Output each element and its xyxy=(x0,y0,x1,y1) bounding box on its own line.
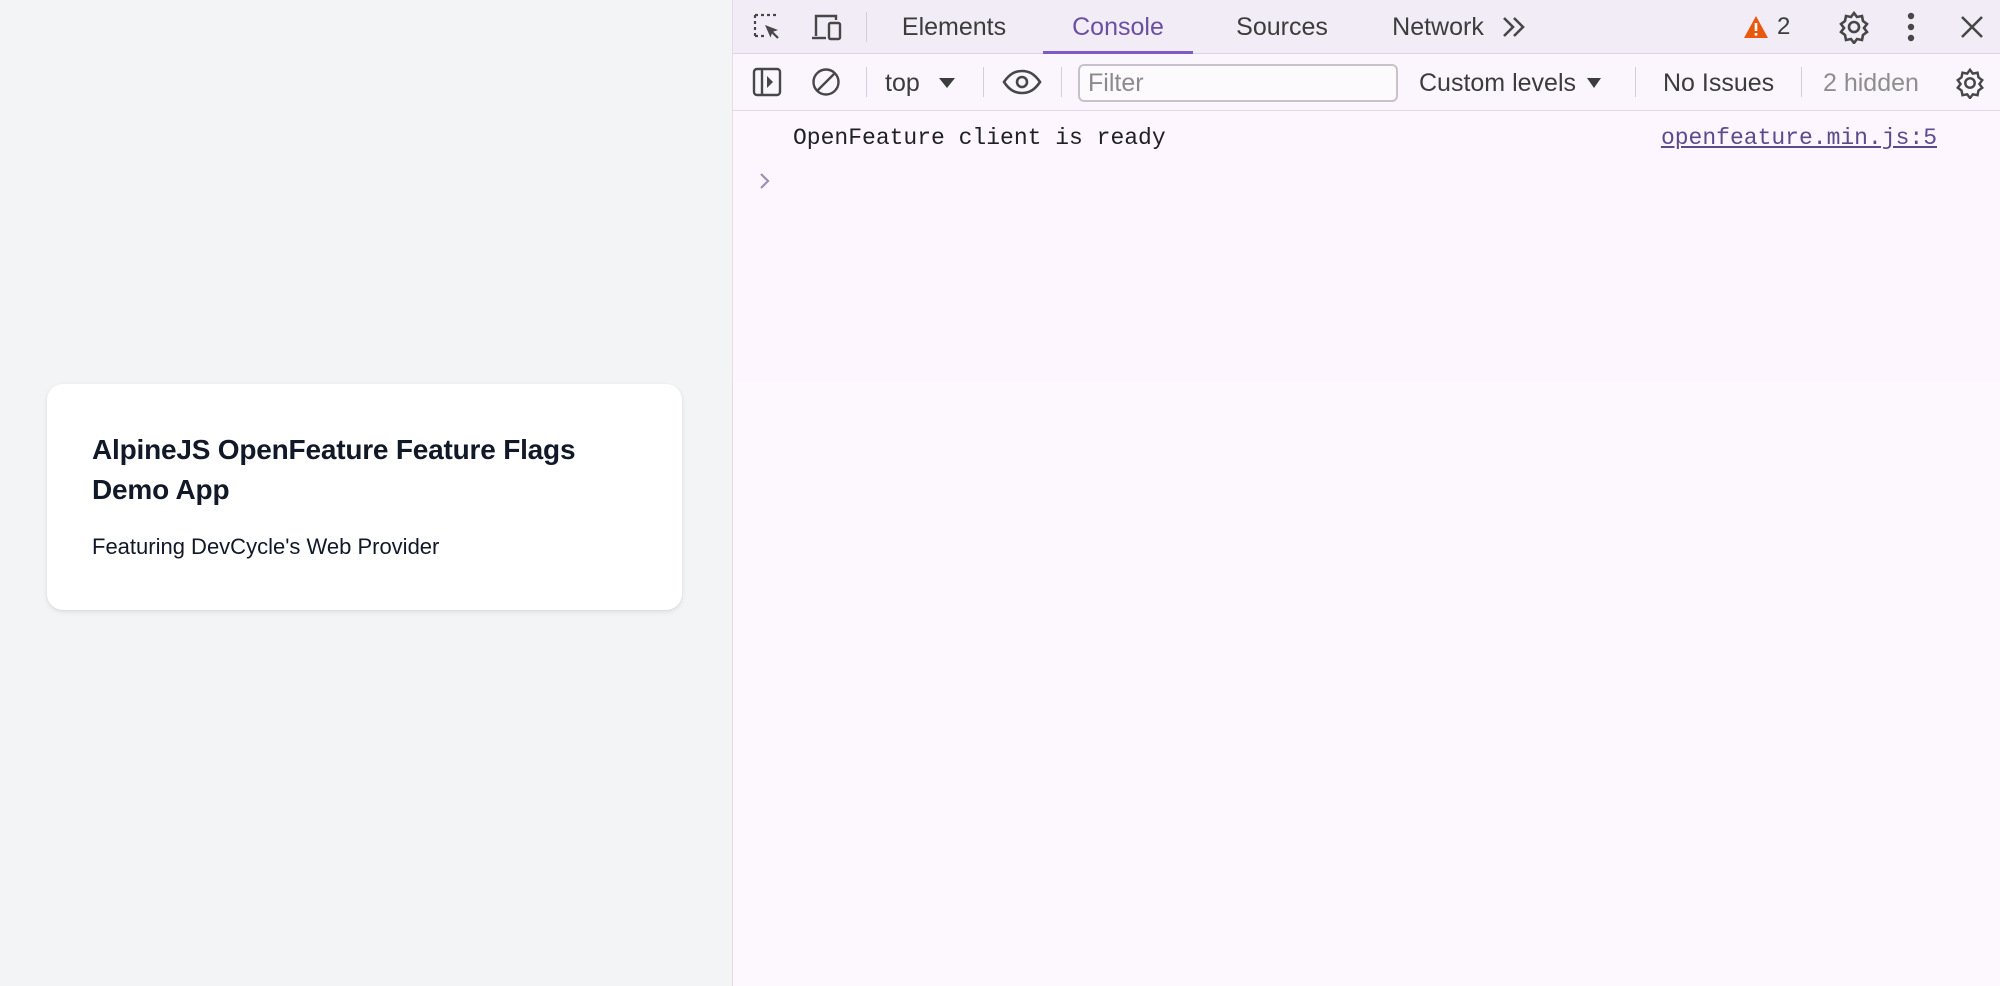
console-empty-area[interactable] xyxy=(733,381,2000,986)
card-title: AlpineJS OpenFeature Feature Flags Demo … xyxy=(92,434,576,505)
tab-console[interactable]: Console xyxy=(1043,0,1193,54)
console-message-text: OpenFeature client is ready xyxy=(793,125,1166,151)
warnings-counter[interactable]: 2 xyxy=(1743,10,1790,44)
chevron-down-icon xyxy=(1587,78,1601,88)
warning-icon xyxy=(1744,16,1768,38)
console-toolbar: top Custom levels No Issues 2 hidden xyxy=(733,54,2000,111)
kebab-menu-icon[interactable] xyxy=(1901,8,1921,46)
console-output: OpenFeature client is ready openfeature.… xyxy=(733,111,2000,381)
tabbar-divider xyxy=(866,12,867,42)
tab-elements[interactable]: Elements xyxy=(883,0,1025,54)
gear-icon[interactable] xyxy=(1835,8,1873,46)
toolbar-divider xyxy=(1061,67,1062,97)
devtools-tabbar: Elements Console Sources Network 2 xyxy=(733,0,2000,54)
filter-input[interactable] xyxy=(1078,64,1398,102)
card-subtitle: Featuring DevCycle's Web Provider xyxy=(92,534,440,559)
sidebar-toggle-icon[interactable] xyxy=(750,65,784,99)
eye-icon[interactable] xyxy=(1001,65,1043,99)
context-selector[interactable]: top xyxy=(885,63,956,103)
clear-console-icon[interactable] xyxy=(809,65,843,99)
close-icon[interactable] xyxy=(1955,10,1989,44)
inspect-element-icon[interactable] xyxy=(750,10,784,44)
console-message-source-link[interactable]: openfeature.min.js:5 xyxy=(1661,125,1937,151)
page-viewport: AlpineJS OpenFeature Feature Flags Demo … xyxy=(0,0,732,986)
issues-button[interactable]: No Issues xyxy=(1663,63,1774,103)
toolbar-divider xyxy=(983,67,984,97)
console-prompt-chevron-icon[interactable] xyxy=(758,171,772,196)
chevron-down-icon xyxy=(938,78,955,88)
toolbar-divider xyxy=(866,67,867,97)
device-toolbar-icon[interactable] xyxy=(809,10,845,44)
hidden-messages-count: 2 hidden xyxy=(1823,68,1919,97)
tab-network[interactable]: Network xyxy=(1363,0,1513,54)
toolbar-divider xyxy=(1635,67,1636,97)
tab-sources[interactable]: Sources xyxy=(1211,0,1353,54)
context-label: top xyxy=(885,68,920,97)
warning-count: 2 xyxy=(1777,13,1791,40)
demo-card: AlpineJS OpenFeature Feature Flags Demo … xyxy=(47,384,682,610)
more-tabs-icon[interactable] xyxy=(1497,10,1531,44)
log-levels-label: Custom levels xyxy=(1419,68,1576,97)
toolbar-divider xyxy=(1801,67,1802,97)
devtools-panel: Elements Console Sources Network 2 top F… xyxy=(732,0,2000,986)
log-levels-dropdown[interactable]: Custom levels xyxy=(1419,63,1602,103)
console-settings-gear-icon[interactable] xyxy=(1951,64,1989,102)
